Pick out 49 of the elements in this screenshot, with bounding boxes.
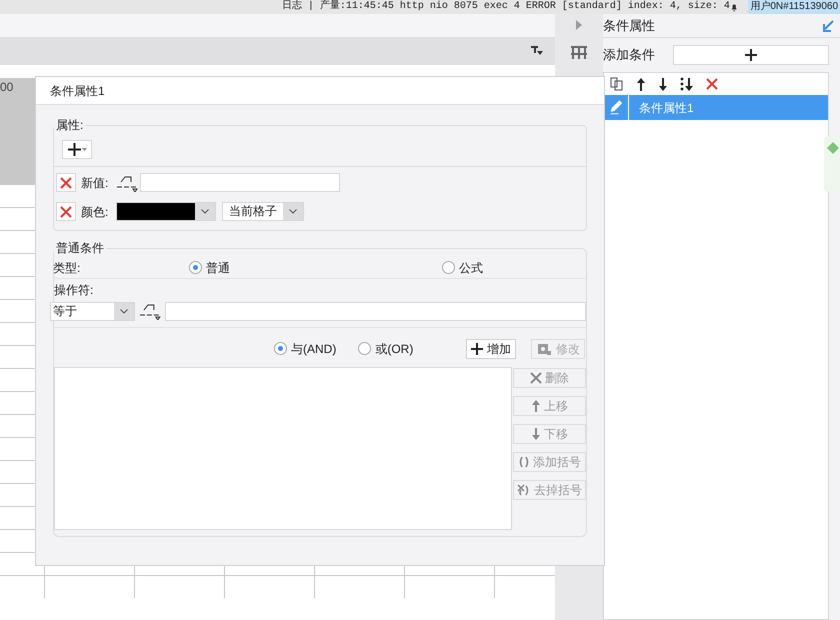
up-arrow-icon [531,400,541,412]
operator-dropdown[interactable]: 等于 [50,302,136,320]
radio-button[interactable]: 普通 [189,258,230,276]
layout-icon[interactable] [571,45,587,61]
filter-icon [531,46,543,56]
dialog-title: 条件属性1 [50,82,105,100]
plus-icon [471,342,483,354]
panel-title: 条件属性 [603,16,655,35]
chevron-icon [289,209,297,214]
close-icon [60,206,72,218]
ruler-label: 00 [0,79,14,94]
field-label: 操作符: [54,282,94,299]
parentheses-cross-icon [517,484,531,496]
add-condition-label: 添加条件 [603,46,656,64]
radio-button[interactable]: 公式 [442,258,483,276]
bell-icon [730,2,738,12]
up-arrow-icon[interactable] [636,78,646,90]
scope-dropdown[interactable]: 当前格子 [222,202,304,221]
delete-button[interactable] [56,173,76,192]
radio-button[interactable]: 与(AND) [274,340,336,358]
field-label: 颜色: [81,204,110,220]
add-property-button[interactable] [62,140,92,159]
plus-icon [745,49,757,61]
play-icon [576,20,582,30]
value-input-field[interactable] [140,173,340,192]
section-legend: 属性: [54,118,86,132]
field-label: 类型: [53,260,82,276]
field-label: 新值: [81,174,110,192]
user-badge: 用户0N#115139060 [748,0,840,14]
delete-button[interactable] [56,202,76,221]
plus-icon [68,143,80,156]
condition-value-input-field[interactable] [165,302,586,320]
add-button[interactable]: 增加 [466,338,516,358]
radio-button[interactable]: 或(OR) [358,340,414,358]
down-arrow-icon [531,428,541,440]
chevron-icon [201,209,209,214]
caret-icon [82,148,86,151]
chevron-icon [120,308,128,314]
close-icon [60,176,72,188]
move-bottom-icon[interactable] [680,77,694,91]
close-icon[interactable] [706,78,718,90]
color-dropdown[interactable] [116,202,216,221]
item-label: 条件属性1 [638,100,694,116]
down-arrow-icon[interactable] [658,78,668,90]
cross-icon [530,372,542,384]
copy-icon[interactable] [610,77,624,91]
parentheses-icon [518,456,530,468]
section-legend: 普通条件 [54,241,106,255]
arrow-icon[interactable] [822,20,834,32]
